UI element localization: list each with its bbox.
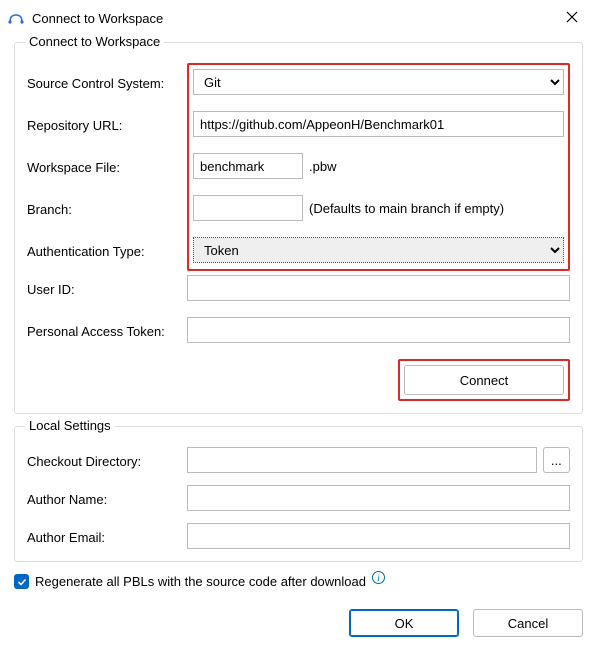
highlighted-settings-region: Source Control System: Git Repository UR… [187, 63, 570, 271]
user-id-input[interactable] [187, 275, 570, 301]
browse-button[interactable]: ... [543, 447, 570, 473]
repo-url-input[interactable] [193, 111, 564, 137]
regenerate-row: Regenerate all PBLs with the source code… [14, 574, 583, 589]
local-settings-group: Local Settings Checkout Directory: ... A… [14, 426, 583, 562]
pat-label: Personal Access Token: [27, 322, 187, 339]
checkout-dir-input[interactable] [187, 447, 537, 473]
workspace-file-label: Workspace File: [27, 158, 193, 175]
cancel-button[interactable]: Cancel [473, 609, 583, 637]
regenerate-label: Regenerate all PBLs with the source code… [35, 574, 366, 589]
auth-type-label: Authentication Type: [27, 242, 193, 259]
connect-highlight: Connect [398, 359, 570, 401]
user-id-label: User ID: [27, 280, 187, 297]
workspace-file-input[interactable] [193, 153, 303, 179]
author-name-input[interactable] [187, 485, 570, 511]
dialog-button-row: OK Cancel [0, 599, 597, 647]
regenerate-checkbox[interactable] [14, 574, 29, 589]
author-name-label: Author Name: [27, 490, 187, 507]
dialog-body: Connect to Workspace Source Control Syst… [0, 36, 597, 599]
checkout-dir-label: Checkout Directory: [27, 452, 187, 469]
workspace-file-suffix: .pbw [309, 159, 336, 174]
local-settings-legend: Local Settings [25, 418, 115, 433]
author-email-label: Author Email: [27, 528, 187, 545]
connect-button[interactable]: Connect [404, 365, 564, 395]
connect-group: Connect to Workspace Source Control Syst… [14, 42, 583, 414]
title-bar: Connect to Workspace [0, 0, 597, 36]
repo-url-label: Repository URL: [27, 116, 193, 133]
source-control-select[interactable]: Git [193, 69, 564, 95]
source-control-label: Source Control System: [27, 74, 193, 91]
pat-input[interactable] [187, 317, 570, 343]
app-icon [8, 10, 24, 26]
window-title: Connect to Workspace [32, 11, 557, 26]
ok-button[interactable]: OK [349, 609, 459, 637]
branch-input[interactable] [193, 195, 303, 221]
info-icon[interactable]: i [372, 571, 385, 584]
branch-hint: (Defaults to main branch if empty) [309, 201, 504, 216]
branch-label: Branch: [27, 200, 193, 217]
connect-group-legend: Connect to Workspace [25, 34, 164, 49]
close-icon[interactable] [557, 10, 587, 26]
author-email-input[interactable] [187, 523, 570, 549]
auth-type-select[interactable]: Token [193, 237, 564, 263]
